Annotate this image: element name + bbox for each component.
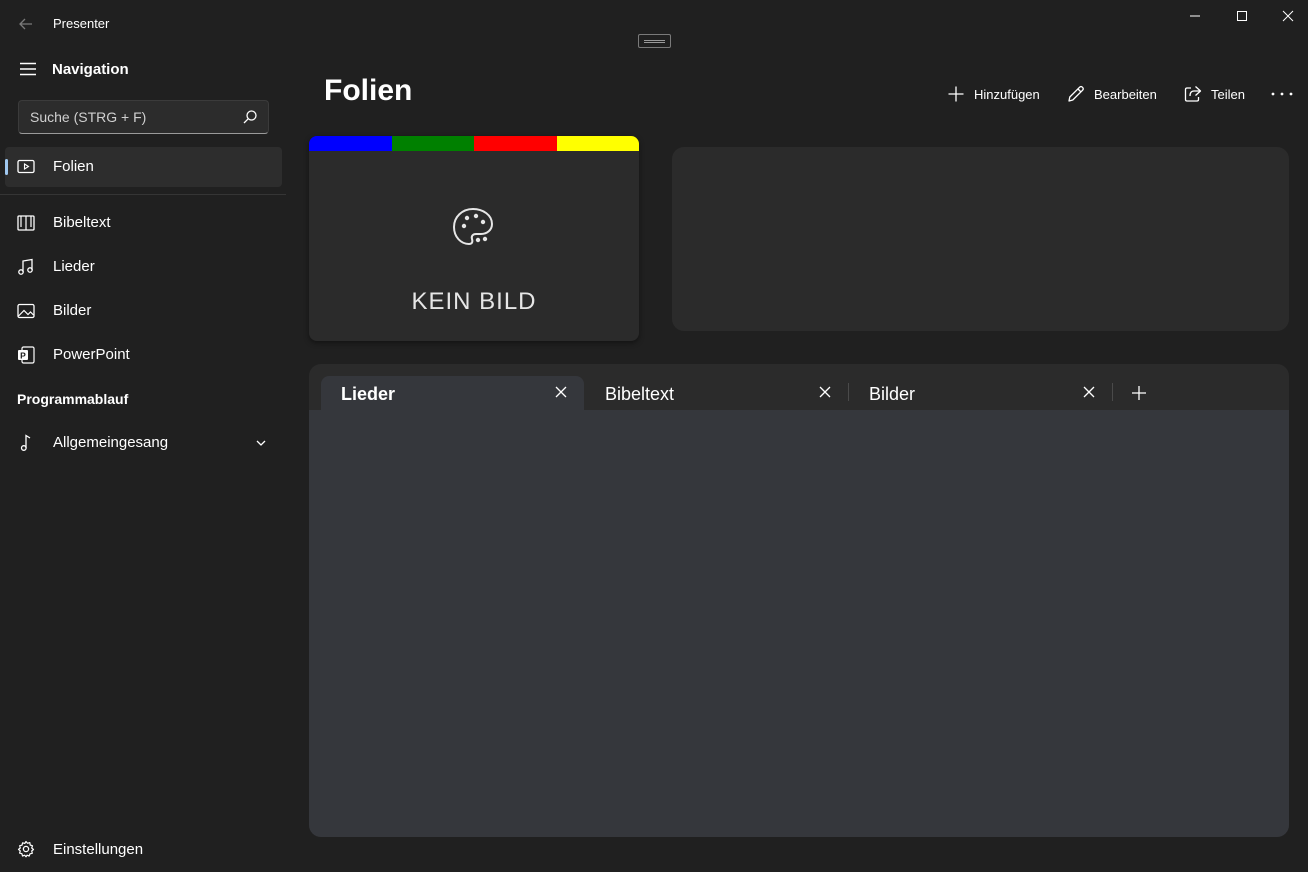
navigation-pane: Navigation Folien Bibeltext Lieder (0, 48, 288, 872)
edit-button[interactable]: Bearbeiten (1066, 82, 1157, 106)
palette-icon (453, 208, 493, 245)
share-button-label: Teilen (1211, 86, 1245, 102)
color-swatch (391, 136, 474, 151)
tab-content (309, 410, 1289, 837)
sidebar-item-powerpoint[interactable]: P PowerPoint (5, 335, 282, 375)
hamburger-icon (20, 62, 36, 76)
sidebar-item-settings[interactable]: Einstellungen (5, 828, 282, 868)
no-image-label: KEIN BILD (411, 288, 537, 315)
back-arrow-icon (19, 18, 32, 30)
tab-label: Bilder (869, 384, 916, 404)
slide-card[interactable]: KEIN BILD (309, 136, 639, 341)
minimize-button[interactable] (1172, 0, 1218, 32)
selection-indicator (5, 159, 8, 175)
title-bar: Presenter (0, 0, 1308, 48)
back-button[interactable] (12, 12, 40, 36)
sidebar-item-label: Bilder (53, 302, 92, 319)
sidebar-item-folien[interactable]: Folien (5, 147, 282, 187)
close-window-button[interactable] (1265, 0, 1308, 32)
music-note-single-icon (16, 433, 36, 453)
more-options-button[interactable] (1270, 82, 1294, 106)
nav-divider (0, 194, 286, 195)
share-button[interactable]: Teilen (1183, 82, 1245, 106)
sidebar-item-label: PowerPoint (53, 346, 130, 363)
close-tab-icon[interactable] (1082, 385, 1096, 399)
close-tab-icon[interactable] (554, 385, 568, 399)
music-note-icon (16, 257, 36, 277)
sidebar-item-allgemeingesang[interactable]: Allgemeingesang (5, 423, 282, 463)
sidebar-item-lieder[interactable]: Lieder (5, 247, 282, 287)
gear-icon (16, 839, 36, 859)
minimize-icon (1190, 15, 1200, 17)
maximize-button[interactable] (1219, 0, 1265, 32)
tab-view: Lieder Bibeltext Bilder (309, 364, 1289, 837)
pane-drag-handle[interactable] (638, 34, 671, 48)
menu-toggle-button[interactable] (14, 56, 42, 82)
share-icon (1183, 84, 1203, 104)
navigation-title: Navigation (52, 61, 129, 78)
sidebar-item-label: Allgemeingesang (53, 434, 169, 451)
close-tab-icon[interactable] (818, 385, 832, 399)
image-icon (16, 301, 36, 321)
app-window: Presenter Navigation Folien (0, 0, 1308, 872)
tab-lieder[interactable]: Lieder (321, 376, 584, 410)
app-title: Presenter (53, 16, 110, 31)
settings-label: Einstellungen (53, 841, 144, 858)
search-box (18, 100, 269, 134)
sidebar-item-label: Bibeltext (53, 214, 111, 231)
add-tab-icon[interactable] (1131, 385, 1147, 401)
section-header-programmablauf: Programmablauf (17, 391, 129, 407)
tab-bilder[interactable]: Bilder (849, 376, 1112, 410)
tab-bibeltext[interactable]: Bibeltext (585, 376, 848, 410)
slideshow-icon (16, 157, 36, 177)
preview-panel (672, 147, 1289, 331)
tab-label: Bibeltext (605, 384, 675, 404)
add-button-label: Hinzufügen (974, 86, 1040, 102)
color-swatch (556, 136, 639, 151)
sidebar-item-bilder[interactable]: Bilder (5, 291, 282, 331)
slide-color-strip (309, 136, 639, 151)
plus-icon (946, 84, 966, 104)
powerpoint-icon: P (16, 345, 36, 365)
search-icon[interactable] (242, 109, 258, 125)
edit-button-label: Bearbeiten (1094, 86, 1157, 102)
tab-label: Lieder (341, 384, 396, 404)
maximize-icon (1237, 11, 1247, 21)
tab-separator (1112, 383, 1113, 401)
search-input[interactable] (19, 101, 239, 133)
more-icon (1271, 92, 1293, 96)
sidebar-item-bibeltext[interactable]: Bibeltext (5, 203, 282, 243)
sidebar-item-label: Folien (53, 158, 94, 175)
close-icon (1282, 10, 1294, 22)
color-swatch (309, 136, 392, 151)
main-content: Folien Hinzufügen Bearbeiten Teilen KEIN… (288, 48, 1308, 872)
chevron-down-icon[interactable] (254, 436, 268, 450)
color-swatch (474, 136, 557, 151)
sidebar-item-label: Lieder (53, 258, 95, 275)
svg-text:P: P (20, 350, 26, 360)
page-title: Folien (324, 74, 413, 107)
pencil-icon (1066, 84, 1086, 104)
book-icon (16, 213, 36, 233)
add-button[interactable]: Hinzufügen (946, 82, 1040, 106)
